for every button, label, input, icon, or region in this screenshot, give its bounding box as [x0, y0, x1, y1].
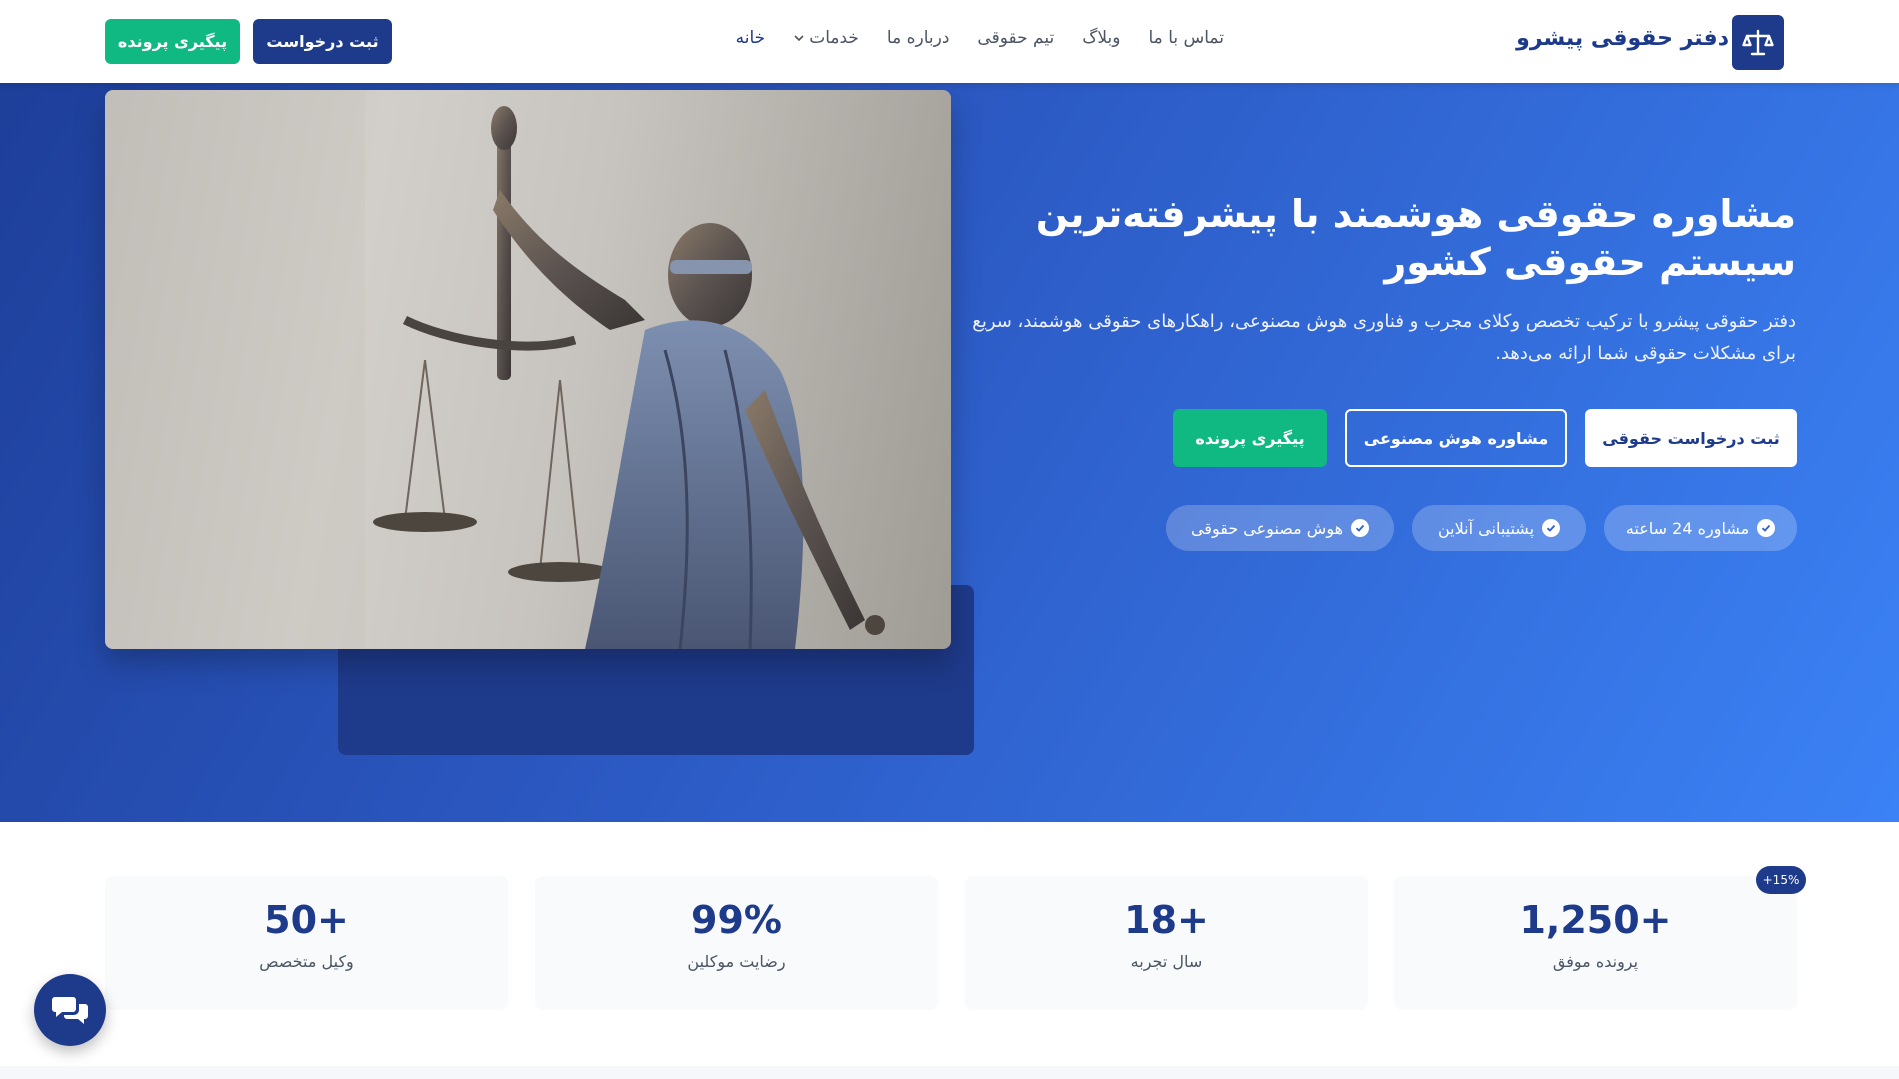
nav-about[interactable]: درباره ما: [887, 28, 950, 48]
hero-track-case-button[interactable]: پیگیری پرونده: [1173, 409, 1327, 467]
stat-card-lawyers: 50+ وکیل متخصص: [105, 876, 508, 1010]
stat-value: 99%: [691, 898, 782, 942]
nav-services[interactable]: خدمات: [793, 28, 859, 48]
next-section-edge: [0, 1066, 1899, 1079]
header-submit-request-button[interactable]: ثبت درخواست: [253, 19, 392, 64]
stat-label: سال تجربه: [1130, 952, 1203, 971]
hero-title: مشاوره حقوقی هوشمند با پیشرفته‌ترین سیست…: [1035, 192, 1796, 284]
main-nav: خانه خدمات درباره ما تیم حقوقی وبلاگ تما…: [736, 28, 1224, 48]
nav-blog-label: وبلاگ: [1082, 28, 1121, 48]
nav-team[interactable]: تیم حقوقی: [977, 28, 1054, 48]
nav-home[interactable]: خانه: [736, 28, 766, 48]
chat-bubbles-icon: [52, 997, 88, 1024]
stat-label: پرونده موفق: [1552, 952, 1639, 971]
legal-request-button[interactable]: ثبت درخواست حقوقی: [1585, 409, 1797, 467]
header-track-case-button[interactable]: پیگیری پرونده: [105, 19, 240, 64]
logo-text[interactable]: دفتر حقوقی پیشرو: [1516, 26, 1729, 51]
hero-description: دفتر حقوقی پیشرو با ترکیب تخصص وکلای مجر…: [972, 311, 1796, 364]
chevron-down-icon: [794, 35, 804, 42]
check-circle-icon: [1542, 519, 1561, 537]
stat-label: وکیل متخصص: [259, 952, 354, 971]
nav-about-label: درباره ما: [886, 28, 950, 48]
stat-value: 18+: [1124, 898, 1209, 942]
nav-blog[interactable]: وبلاگ: [1082, 28, 1120, 48]
feature-chip-24h: مشاوره 24 ساعته: [1604, 505, 1797, 551]
feature-chip-label: پشتیبانی آنلاین: [1437, 518, 1535, 538]
nav-home-label: خانه: [735, 28, 766, 48]
feature-chip-ai: هوش مصنوعی حقوقی: [1166, 505, 1394, 551]
stat-value: 50+: [264, 898, 349, 942]
ai-consultation-button[interactable]: مشاوره هوش مصنوعی: [1345, 409, 1567, 467]
chat-button[interactable]: [34, 974, 106, 1046]
site-header: دفتر حقوقی پیشرو خانه خدمات درباره ما تی…: [0, 0, 1899, 83]
stat-card-satisfaction: 99% رضایت موکلین: [535, 876, 938, 1010]
nav-contact[interactable]: تماس با ما: [1149, 28, 1225, 48]
stat-card-experience: 18+ سال تجربه: [965, 876, 1368, 1010]
check-circle-icon: [1757, 519, 1776, 537]
hero-image-lady-justice: [105, 90, 951, 649]
feature-chip-online-support: پشتیبانی آنلاین: [1412, 505, 1586, 551]
growth-badge: +15%: [1756, 866, 1806, 894]
nav-contact-label: تماس با ما: [1148, 28, 1225, 48]
stat-label: رضایت موکلین: [687, 952, 786, 971]
feature-chip-label: هوش مصنوعی حقوقی: [1190, 518, 1344, 538]
nav-services-label: خدمات: [809, 28, 859, 48]
check-circle-icon: [1351, 519, 1370, 537]
stat-value: 1,250+: [1519, 898, 1672, 942]
stat-card-cases: 1,250+ پرونده موفق: [1394, 876, 1797, 1010]
feature-chip-label: مشاوره 24 ساعته: [1625, 518, 1750, 538]
scales-icon[interactable]: [1732, 15, 1784, 70]
nav-team-label: تیم حقوقی: [977, 28, 1055, 48]
